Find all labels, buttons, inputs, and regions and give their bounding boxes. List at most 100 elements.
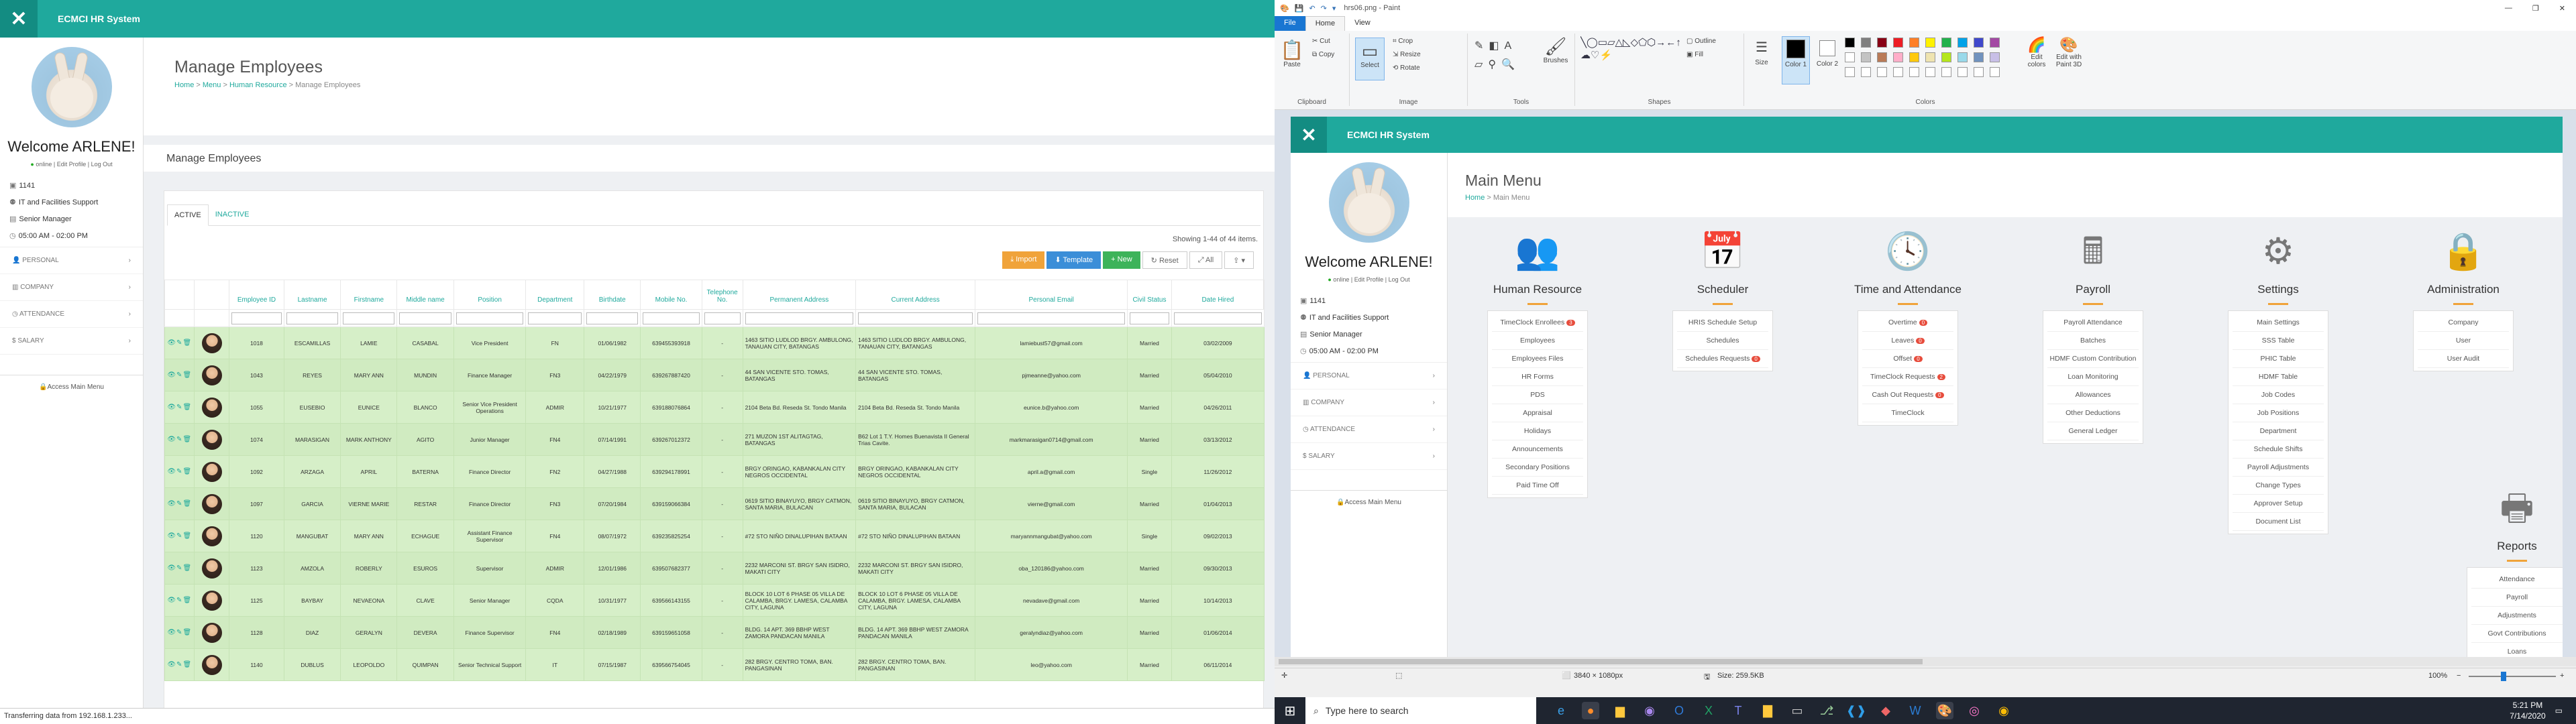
menu-file[interactable]: File <box>1275 16 1305 31</box>
excel-icon[interactable]: X <box>1700 702 1717 719</box>
table-row[interactable]: 👁✎🗑 1055 EUSEBIO EUNICE BLANCO Senior Vice Pr… <box>164 391 1265 424</box>
view-icon[interactable]: 👁 <box>167 468 176 475</box>
custom-color-slot[interactable] <box>1861 67 1871 77</box>
view-icon[interactable]: 👁 <box>167 564 176 572</box>
copy-button[interactable]: ⧉ Copy <box>1312 51 1334 58</box>
delete-icon[interactable]: 🗑 <box>182 404 192 411</box>
palette-swatch[interactable] <box>1974 52 1984 62</box>
color2-button[interactable]: Color 2 <box>1814 36 1841 68</box>
table-row[interactable]: 👁✎🗑 1123 AMZOLA ROBERLY ESUROS Supervisor ADMI… <box>164 552 1265 585</box>
palette-swatch[interactable] <box>1925 38 1935 48</box>
view-icon[interactable]: 👁 <box>167 500 176 507</box>
size-button[interactable]: ☰ Size <box>1748 36 1775 66</box>
palette-swatch[interactable] <box>1957 52 1968 62</box>
col-header[interactable]: Middle name <box>396 280 454 310</box>
row-actions[interactable]: 👁✎🗑 <box>164 455 195 488</box>
palette-swatch[interactable] <box>1845 38 1855 48</box>
canvas-area[interactable]: ✕ ECMCI HR System Welcome ARLENE! ● onli… <box>1275 110 2576 666</box>
tab-inactive[interactable]: INACTIVE <box>209 204 256 225</box>
palette-swatch[interactable] <box>1925 52 1935 62</box>
filter-input[interactable] <box>286 312 339 324</box>
table-row[interactable]: 👁✎🗑 1074 MARASIGAN MARK ANTHONY AGITO Junior … <box>164 423 1265 456</box>
view-icon[interactable]: 👁 <box>167 436 176 443</box>
shapes-gallery[interactable]: ╲◯▭▱△◺◇⬠⬡→←↑↓✦✧✩☁♡⚡ <box>1580 36 1681 86</box>
view-icon[interactable]: 👁 <box>167 339 176 347</box>
word-icon[interactable]: W <box>1907 702 1924 719</box>
resize-button[interactable]: ⇲ Resize <box>1393 51 1421 58</box>
palette-swatch[interactable] <box>1877 38 1887 48</box>
windows-start-icon[interactable]: ⊞ <box>1275 697 1305 724</box>
export-button[interactable]: ⇪ ▾ <box>1224 251 1254 269</box>
sidebar-item-attendance[interactable]: ◷ ATTENDANCE › <box>0 301 143 328</box>
table-row[interactable]: 👁✎🗑 1128 DIAZ GERALYN DEVERA Finance Supervis… <box>164 616 1265 649</box>
palette-swatch[interactable] <box>1909 38 1919 48</box>
palette-swatch[interactable] <box>1990 38 2000 48</box>
git-icon[interactable]: ⎇ <box>1818 702 1835 719</box>
filter-input[interactable] <box>343 312 395 324</box>
rotate-button[interactable]: ⟲ Rotate <box>1393 64 1420 72</box>
palette-swatch[interactable] <box>1990 52 2000 62</box>
new-button[interactable]: + New <box>1103 251 1140 269</box>
access-main-menu-link[interactable]: 🔒Access Main Menu <box>0 375 143 399</box>
tool-row-1[interactable]: ✎◧A <box>1474 39 1517 52</box>
logout-link[interactable]: Log Out <box>91 161 113 168</box>
filter-input[interactable] <box>977 312 1126 324</box>
template-button[interactable]: ⬇ Template <box>1046 251 1102 269</box>
delete-icon[interactable]: 🗑 <box>182 661 192 668</box>
delete-icon[interactable]: 🗑 <box>182 564 192 572</box>
breadcrumb-menu[interactable]: Menu <box>203 81 221 89</box>
db-icon[interactable]: ◆ <box>1877 702 1894 719</box>
edit-colors-button[interactable]: 🌈 Edit colors <box>2025 36 2049 68</box>
palette-swatch[interactable] <box>1877 52 1887 62</box>
close-icon[interactable]: ✕ <box>2559 4 2565 13</box>
filter-input[interactable] <box>1130 312 1169 324</box>
filter-input[interactable] <box>586 312 639 324</box>
delete-icon[interactable]: 🗑 <box>182 371 192 379</box>
filter-input[interactable] <box>1173 312 1262 324</box>
teams-icon[interactable]: T <box>1729 702 1747 719</box>
palette-swatch[interactable] <box>1893 52 1903 62</box>
redo-icon[interactable]: ↷ <box>1321 4 1327 13</box>
view-icon[interactable]: 👁 <box>167 629 176 636</box>
row-actions[interactable]: 👁✎🗑 <box>164 648 195 681</box>
col-header[interactable]: Date Hired <box>1171 280 1265 310</box>
col-header[interactable]: Mobile No. <box>640 280 702 310</box>
sidebar-item-salary[interactable]: $ SALARY › <box>0 328 143 355</box>
table-row[interactable]: 👁✎🗑 1125 BAYBAY NEVAEONA CLAVE Senior Manager… <box>164 584 1265 617</box>
row-actions[interactable]: 👁✎🗑 <box>164 520 195 552</box>
palette-swatch[interactable] <box>1909 52 1919 62</box>
delete-icon[interactable]: 🗑 <box>182 339 192 347</box>
breadcrumb-home[interactable]: Home <box>174 81 194 89</box>
col-header[interactable]: Firstname <box>340 280 398 310</box>
filter-input[interactable] <box>704 312 741 324</box>
select-button[interactable]: ▭ Select <box>1355 38 1385 80</box>
paste-button[interactable]: 📋 Paste <box>1279 39 1305 68</box>
palette-swatch[interactable] <box>1941 52 1951 62</box>
custom-color-slot[interactable] <box>1974 67 1984 77</box>
palette-swatch[interactable] <box>1861 52 1871 62</box>
view-icon[interactable]: 👁 <box>167 661 176 668</box>
view-icon[interactable]: 👁 <box>167 404 176 411</box>
chrome-icon[interactable]: ◉ <box>1995 702 2012 719</box>
custom-color-slot[interactable] <box>1877 67 1887 77</box>
outlook-icon[interactable]: O <box>1670 702 1688 719</box>
row-actions[interactable]: 👁✎🗑 <box>164 616 195 649</box>
sidebar-item-company[interactable]: ▥ COMPANY › <box>0 274 143 301</box>
tab-active[interactable]: ACTIVE <box>167 204 209 226</box>
custom-color-slot[interactable] <box>1957 67 1968 77</box>
close-icon[interactable]: ✕ <box>0 0 38 38</box>
crop-button[interactable]: ⌗ Crop <box>1393 38 1413 45</box>
terminal-icon[interactable]: ▭ <box>1788 702 1806 719</box>
taskbar-clock[interactable]: 5:21 PM 7/14/2020 <box>2510 700 2555 721</box>
custom-color-slot[interactable] <box>1925 67 1935 77</box>
notification-icon[interactable]: ▭ <box>2555 706 2563 715</box>
custom-color-slot[interactable] <box>1893 67 1903 77</box>
col-header[interactable]: Lastname <box>283 280 341 310</box>
breadcrumb-hr[interactable]: Human Resource <box>229 81 287 89</box>
fill-button[interactable]: ▣ Fill <box>1686 51 1703 58</box>
row-actions[interactable]: 👁✎🗑 <box>164 487 195 520</box>
restore-icon[interactable]: ❐ <box>2532 4 2539 13</box>
col-header[interactable]: Current Address <box>855 280 976 310</box>
tool-row-2[interactable]: ▱⚲🔍 <box>1474 58 1520 71</box>
col-header[interactable]: Permanent Address <box>742 280 857 310</box>
